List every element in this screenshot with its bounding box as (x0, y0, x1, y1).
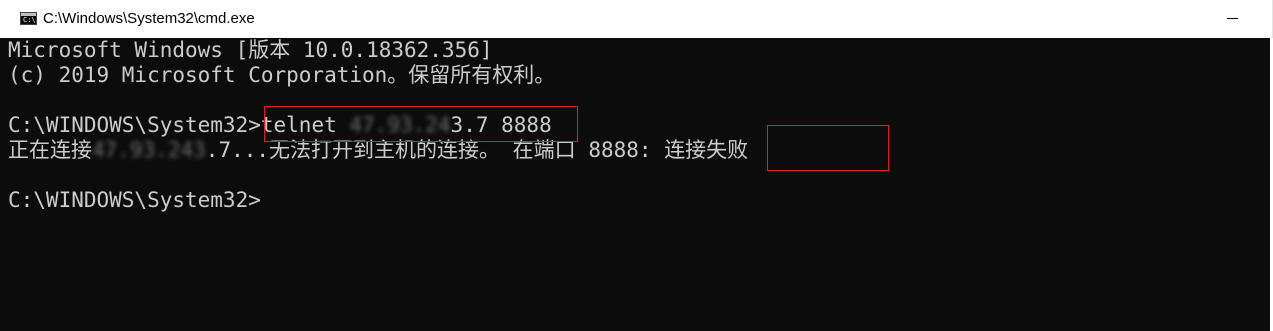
host-visible-part: 3.7 (450, 113, 489, 137)
console-line-result: 正在连接47.93.243.7...无法打开到主机的连接。 在端口 8888: … (8, 138, 748, 163)
error-message: 无法打开到主机的连接。 (269, 138, 501, 162)
minimize-button[interactable] (1209, 0, 1255, 38)
redacted-host: 47.93.24 (349, 113, 451, 137)
connecting-prefix: 正在连接 (8, 138, 92, 162)
console-line-prompt: C:\WINDOWS\System32> (8, 188, 261, 212)
minimize-icon (1227, 18, 1238, 19)
cmd-icon-glyph: C:\ (23, 16, 36, 24)
redacted-host: 47.93.243 (92, 138, 206, 162)
annotation-box-failure (767, 125, 889, 171)
host-visible-part: .7... (205, 138, 270, 162)
console-line-copyright: (c) 2019 Microsoft Corporation。保留所有权利。 (8, 63, 556, 87)
window-title: C:\Windows\System32\cmd.exe (43, 10, 255, 27)
command-name: telnet (260, 113, 337, 137)
cmd-window: C:\ C:\Windows\System32\cmd.exe Microsof… (0, 0, 1273, 331)
title-bar[interactable]: C:\ C:\Windows\System32\cmd.exe (0, 0, 1273, 38)
prompt: C:\WINDOWS\System32> (8, 113, 261, 137)
console-line-version: Microsoft Windows [版本 10.0.18362.356] (8, 38, 493, 62)
cmd-icon[interactable]: C:\ (20, 12, 37, 25)
port-label: 在端口 8888: (512, 138, 665, 162)
failure-status: 连接失败 (664, 138, 749, 162)
console-output[interactable]: Microsoft Windows [版本 10.0.18362.356] (c… (0, 38, 1273, 331)
command-port: 8888 (501, 113, 552, 137)
console-line-command: C:\WINDOWS\System32>telnet 47.93.243.7 8… (8, 113, 552, 138)
